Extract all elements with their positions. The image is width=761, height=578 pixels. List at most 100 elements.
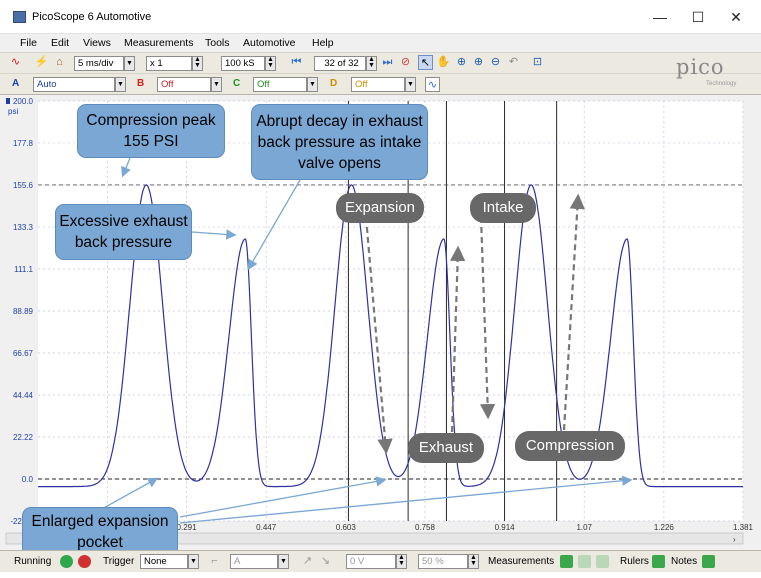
samples-spinner[interactable]: ▲ ▼	[265, 56, 276, 71]
undo-zoom-icon[interactable]: ↶	[506, 55, 521, 70]
home-icon[interactable]: ⌂	[52, 55, 67, 70]
chevron-down-icon[interactable]: ▼	[211, 77, 222, 92]
zoom-in-icon[interactable]: ⊕	[471, 55, 486, 70]
notes-label: Notes	[671, 556, 698, 567]
channel-c-label: C	[233, 78, 241, 89]
exhaust-label: Exhaust	[408, 433, 484, 463]
x-tick-label: 0.291	[177, 523, 198, 532]
y-tick-label: 22.22	[13, 433, 34, 442]
channel-toolbar: A Auto ▼ B Off ▼ C Off ▼ D Off ▼ ∿	[0, 73, 761, 95]
first-buffer-icon[interactable]: ⏮	[289, 55, 304, 70]
hand-pan-icon[interactable]: ✋	[436, 55, 451, 70]
y-tick-label: 88.89	[13, 307, 34, 316]
edit-measurement-icon[interactable]	[578, 555, 591, 568]
zoom-out-icon[interactable]: ⊖	[488, 55, 503, 70]
trigger-threshold[interactable]: 0 V	[346, 554, 396, 569]
falling-edge-icon[interactable]: ↘	[318, 554, 333, 569]
y-axis-unit: psi	[8, 107, 18, 116]
notes-icon[interactable]	[702, 555, 715, 568]
pretrigger-field[interactable]: 50 %	[418, 554, 468, 569]
start-icon[interactable]	[60, 555, 73, 568]
menu-edit[interactable]: Edit	[51, 37, 69, 49]
x-tick-label: 0.758	[415, 523, 436, 532]
threshold-spinner[interactable]: ▲ ▼	[396, 554, 407, 569]
excessive-exhaust-callout: Excessive exhaust back pressure	[55, 204, 192, 260]
last-buffer-icon[interactable]: ⏭	[380, 55, 395, 70]
menu-measurements[interactable]: Measurements	[124, 37, 193, 49]
zoom-select[interactable]: x 1	[146, 56, 192, 71]
pretrigger-spinner[interactable]: ▲ ▼	[468, 554, 479, 569]
compass-icon[interactable]: ⊘	[398, 55, 413, 70]
abrupt-decay-callout: Abrupt decay in exhaust back pressure as…	[251, 104, 428, 180]
channel-d-range[interactable]: Off	[351, 77, 405, 92]
window-title: PicoScope 6 Automotive	[32, 11, 152, 23]
timebase-select[interactable]: 5 ms/div	[74, 56, 124, 71]
probe-icon[interactable]: ⚡	[34, 55, 49, 70]
channel-c-range[interactable]: Off	[253, 77, 307, 92]
menu-automotive[interactable]: Automotive	[243, 37, 296, 49]
zoom-region-icon[interactable]: ⊕	[454, 55, 469, 70]
chevron-down-icon[interactable]: ▼	[278, 554, 289, 569]
trigger-mode-select[interactable]: None	[140, 554, 188, 569]
trigger-channel-select[interactable]: A	[230, 554, 278, 569]
add-measurement-icon[interactable]	[560, 555, 573, 568]
zoom-fit-icon[interactable]: ⊡	[530, 55, 545, 70]
math-channel-icon[interactable]: ∿	[425, 77, 440, 92]
y-tick-label: 200.0	[13, 97, 34, 106]
x-tick-label: 1.381	[733, 523, 754, 532]
expansion-label: Expansion	[336, 193, 424, 223]
run-state: Running	[14, 556, 52, 567]
y-tick-label: 44.44	[13, 391, 34, 400]
minimize-button[interactable]: —	[650, 8, 670, 26]
x-tick-label: 0.914	[495, 523, 516, 532]
menu-help[interactable]: Help	[312, 37, 334, 49]
stop-icon[interactable]	[78, 555, 91, 568]
intake-label: Intake	[470, 193, 536, 223]
x-tick-label: 0.447	[256, 523, 277, 532]
maximize-button[interactable]: ☐	[688, 8, 708, 26]
zoom-spinner[interactable]: ▲ ▼	[192, 56, 203, 71]
channel-a-axis-marker	[6, 98, 10, 104]
chevron-down-icon[interactable]: ▼	[124, 56, 135, 71]
compression-label: Compression	[515, 431, 625, 461]
x-tick-label: 1.07	[576, 523, 592, 532]
y-tick-label: 155.6	[13, 181, 34, 190]
capture-toolbar: ∿ ⚡ ⌂ 5 ms/div ▼ x 1 ▲ ▼ 100 kS ▲ ▼ ⏮ 32 o…	[0, 52, 761, 73]
channel-b-range[interactable]: Off	[157, 77, 211, 92]
menu-views[interactable]: Views	[83, 37, 111, 49]
scope-mode-icon[interactable]: ∿	[8, 55, 23, 70]
buffer-counter[interactable]: 32 of 32	[314, 56, 366, 71]
rising-edge-icon[interactable]: ↗	[300, 554, 315, 569]
chevron-down-icon[interactable]: ▼	[115, 77, 126, 92]
close-button[interactable]: ✕	[726, 8, 746, 26]
channel-a-label: A	[12, 78, 20, 89]
menu-tools[interactable]: Tools	[205, 37, 230, 49]
x-tick-label: 0.603	[336, 523, 357, 532]
chevron-down-icon[interactable]: ▼	[405, 77, 416, 92]
x-tick-label: 1.226	[654, 523, 675, 532]
measurements-label: Measurements	[488, 556, 555, 567]
delete-measurement-icon[interactable]	[596, 555, 609, 568]
chevron-down-icon[interactable]: ▼	[307, 77, 318, 92]
chevron-down-icon[interactable]: ▼	[188, 554, 199, 569]
trigger-edge-icon[interactable]: ⌐	[207, 554, 222, 569]
picoscope-app-icon	[13, 11, 26, 23]
channel-a-range[interactable]: Auto	[33, 77, 115, 92]
channel-b-label: B	[137, 78, 145, 89]
pico-logo: pico	[676, 55, 725, 79]
status-bar: Running Trigger None ▼ ⌐ A ▼ ↗ ↘ 0 V ▲ ▼ …	[0, 550, 761, 572]
scroll-right-icon[interactable]: ›	[733, 535, 736, 544]
y-tick-label: 111.1	[14, 265, 33, 274]
samples-select[interactable]: 100 kS	[221, 56, 265, 71]
buffer-spinner[interactable]: ▲ ▼	[366, 56, 377, 71]
pointer-icon[interactable]: ↖	[418, 55, 433, 70]
x-axis-labels: 0.1360.2910.4470.6030.7580.9141.071.2261…	[97, 523, 753, 532]
menu-file[interactable]: File	[20, 37, 37, 49]
rulers-icon[interactable]	[652, 555, 665, 568]
compression-peak-callout: Compression peak 155 PSI	[77, 104, 225, 158]
y-tick-label: 66.67	[13, 349, 34, 358]
title-bar: PicoScope 6 Automotive — ☐ ✕	[0, 0, 761, 34]
y-tick-label: 177.8	[13, 139, 34, 148]
trigger-label: Trigger	[103, 556, 135, 567]
y-tick-label: 0.0	[22, 475, 34, 484]
